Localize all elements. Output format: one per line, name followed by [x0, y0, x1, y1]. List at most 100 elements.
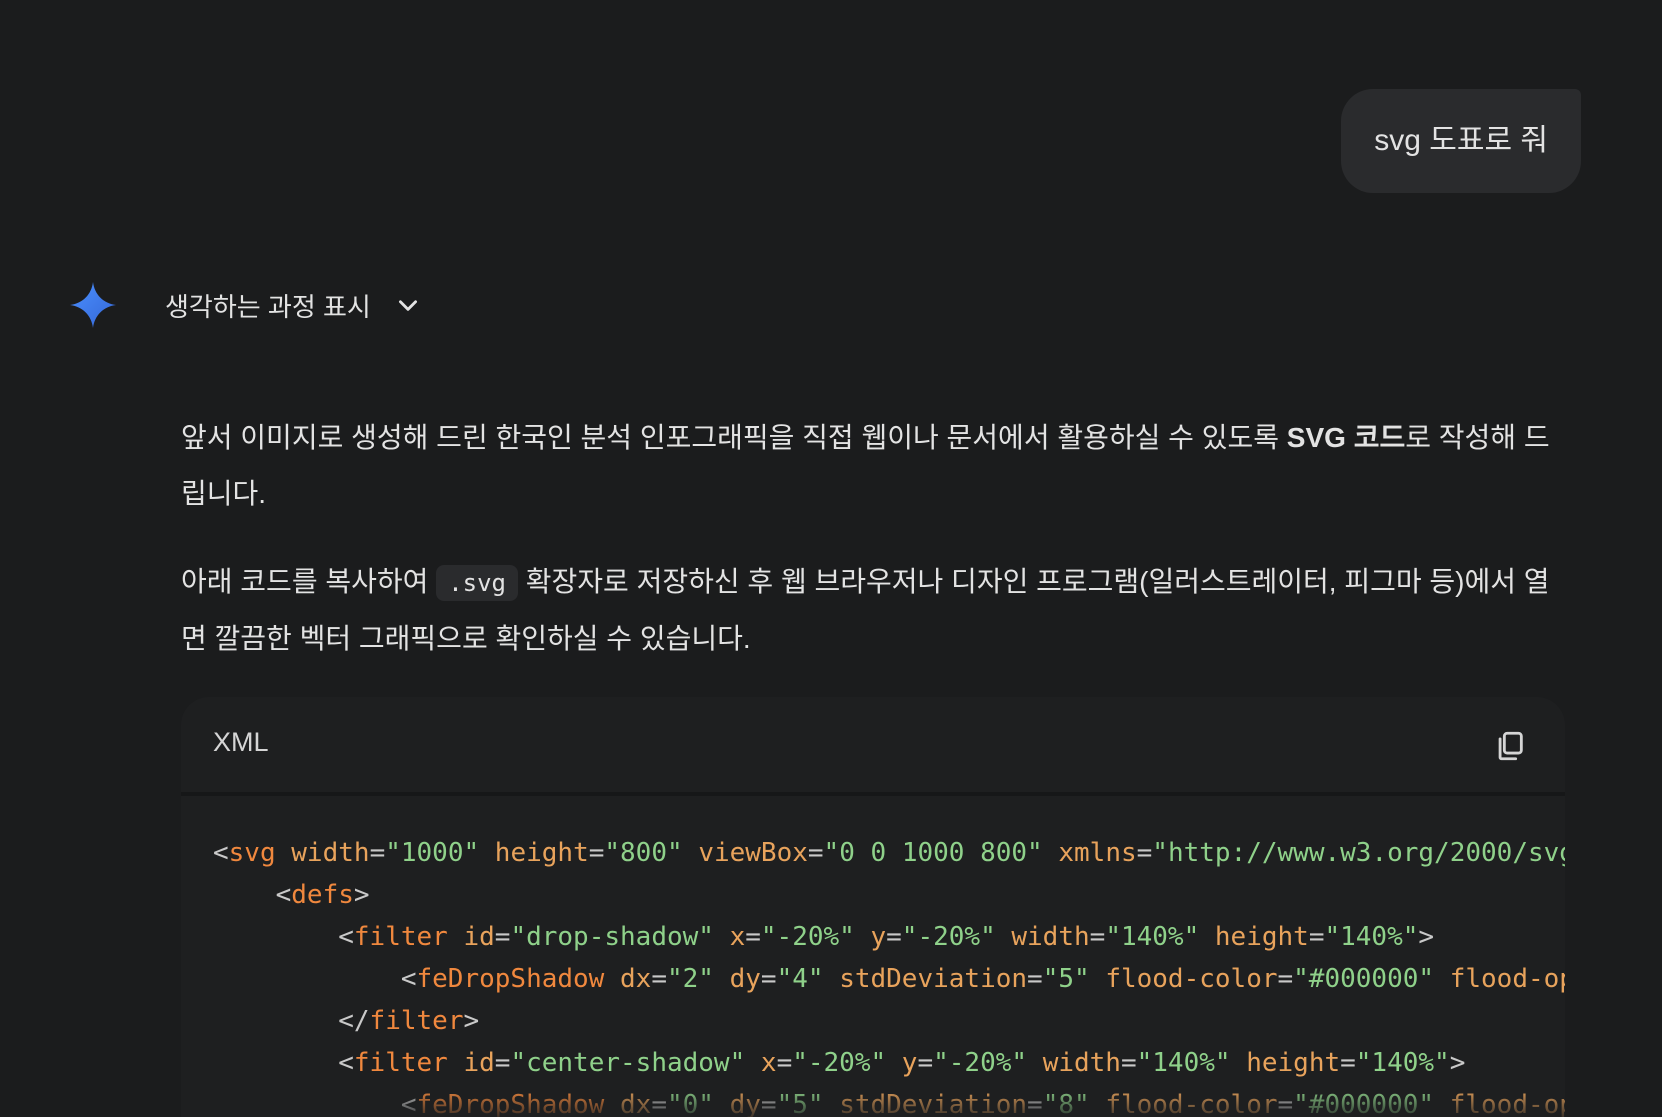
- code-token-str: "5": [1042, 964, 1090, 994]
- code-token-str: "140%": [1324, 922, 1419, 952]
- chevron-down-icon: [398, 300, 417, 311]
- code-token-str: "-20%": [760, 922, 855, 952]
- code-line: <filter id="center-shadow" x="-20%" y="-…: [213, 1042, 1565, 1084]
- code-block: XML <svg width="1000" height="800" viewB…: [181, 697, 1565, 1117]
- code-token-punc: <: [213, 964, 417, 994]
- code-line: <feDropShadow dx="2" dy="4" stdDeviation…: [213, 958, 1565, 1000]
- gemini-sparkle-icon: [70, 282, 116, 328]
- response-paragraph-2: 아래 코드를 복사하여 .svg 확장자로 저장하신 후 웹 브라우저나 디자인…: [181, 565, 1550, 654]
- code-token-attr: x: [729, 922, 746, 952]
- code-token-tag: feDropShadow: [416, 964, 605, 994]
- code-token-punc: =: [886, 922, 902, 952]
- code-token-str: "center-shadow": [510, 1048, 746, 1078]
- code-token-attr: id: [463, 922, 495, 952]
- code-token-attr: x: [760, 1048, 777, 1078]
- code-token-punc: =: [745, 922, 761, 952]
- code-token-punc: [996, 922, 1012, 952]
- code-token-punc: [479, 838, 495, 868]
- code-token-punc: [855, 922, 871, 952]
- copy-icon[interactable]: [1493, 729, 1527, 763]
- show-thinking-toggle[interactable]: 생각하는 과정 표시: [165, 281, 421, 329]
- code-token-attr: flood-color: [1105, 964, 1278, 994]
- code-token-punc: =: [1277, 964, 1294, 994]
- code-token-punc: [276, 838, 292, 868]
- code-token-attr: id: [463, 1048, 495, 1078]
- code-token-punc: <: [213, 880, 292, 910]
- code-token-punc: =: [807, 838, 824, 868]
- code-token-attr: dx: [620, 964, 652, 994]
- code-token-punc: [448, 1048, 464, 1078]
- code-token-attr: width: [1042, 1048, 1121, 1078]
- code-token-punc: =: [1136, 838, 1153, 868]
- code-token-attr: height: [1214, 922, 1309, 952]
- code-token-punc: [1231, 1048, 1247, 1078]
- code-token-attr: flood-opacity: [1449, 964, 1565, 994]
- code-token-punc: [448, 922, 464, 952]
- code-token-punc: =: [1027, 964, 1043, 994]
- code-token-punc: >: [1449, 1048, 1466, 1078]
- code-token-punc: [824, 964, 840, 994]
- code-token-str: "drop-shadow": [510, 922, 714, 952]
- code-token-punc: >: [1418, 922, 1435, 952]
- code-token-tag: filter: [369, 1006, 464, 1036]
- code-token-attr: width: [1011, 922, 1090, 952]
- code-token-attr: width: [291, 838, 370, 868]
- code-token-str: "-20%": [933, 1048, 1028, 1078]
- code-token-attr: xmlns: [1058, 838, 1137, 868]
- code-token-punc: >: [463, 1006, 480, 1036]
- code-token-punc: [886, 1048, 902, 1078]
- code-token-attr: height: [1246, 1048, 1341, 1078]
- code-token-str: "4": [776, 964, 824, 994]
- code-token-punc: </: [213, 1006, 370, 1036]
- assistant-response: 앞서 이미지로 생성해 드린 한국인 분석 인포그래픽을 직접 웹이나 문서에서…: [181, 410, 1566, 699]
- code-token-str: "800": [604, 838, 683, 868]
- code-token-str: "140%": [1355, 1048, 1450, 1078]
- bold-text: SVG 코드: [1286, 422, 1406, 453]
- code-line: <defs>: [213, 874, 1565, 916]
- code-token-punc: [683, 838, 699, 868]
- code-token-tag: defs: [291, 880, 354, 910]
- code-token-punc: [1434, 964, 1450, 994]
- code-language-label: XML: [213, 727, 269, 757]
- code-token-punc: <: [213, 838, 229, 868]
- code-token-punc: =: [776, 1048, 793, 1078]
- inline-code: .svg: [436, 565, 518, 601]
- code-token-punc: <: [213, 922, 354, 952]
- code-token-punc: =: [651, 964, 667, 994]
- code-token-str: "2": [666, 964, 714, 994]
- code-token-attr: height: [494, 838, 589, 868]
- code-token-punc: =: [494, 922, 511, 952]
- code-line: </filter>: [213, 1000, 1565, 1042]
- code-token-tag: svg: [228, 838, 276, 868]
- code-token-punc: [1199, 922, 1215, 952]
- code-token-str: "#000000": [1293, 964, 1435, 994]
- code-token-str: "0 0 1000 800": [823, 838, 1043, 868]
- code-token-punc: =: [1308, 922, 1325, 952]
- code-token-punc: [714, 922, 730, 952]
- show-thinking-label: 생각하는 과정 표시: [165, 291, 371, 322]
- code-token-punc: <: [213, 1048, 354, 1078]
- code-token-attr: dy: [729, 964, 761, 994]
- code-token-attr: y: [870, 922, 887, 952]
- code-token-str: "http://www.w3.org/2000/svg": [1152, 838, 1565, 868]
- code-token-tag: filter: [353, 922, 448, 952]
- code-token-punc: [1027, 1048, 1043, 1078]
- code-line: <svg width="1000" height="800" viewBox="…: [213, 832, 1565, 874]
- code-token-str: "140%": [1105, 922, 1200, 952]
- code-token-attr: stdDeviation: [839, 964, 1028, 994]
- user-message-bubble: svg 도표로 줘: [1341, 89, 1581, 193]
- code-token-punc: [745, 1048, 761, 1078]
- user-message-text: svg 도표로 줘: [1374, 124, 1548, 157]
- code-line: <filter id="drop-shadow" x="-20%" y="-20…: [213, 916, 1565, 958]
- code-fade-overlay: [181, 1087, 1565, 1117]
- code-content[interactable]: <svg width="1000" height="800" viewBox="…: [181, 796, 1565, 1117]
- code-token-punc: =: [1120, 1048, 1137, 1078]
- code-token-punc: [1090, 964, 1106, 994]
- code-token-punc: [604, 964, 620, 994]
- code-token-str: "-20%": [901, 922, 996, 952]
- code-token-punc: =: [760, 964, 777, 994]
- code-token-tag: filter: [353, 1048, 448, 1078]
- code-token-punc: =: [1089, 922, 1106, 952]
- code-token-punc: =: [917, 1048, 934, 1078]
- code-token-punc: >: [353, 880, 370, 910]
